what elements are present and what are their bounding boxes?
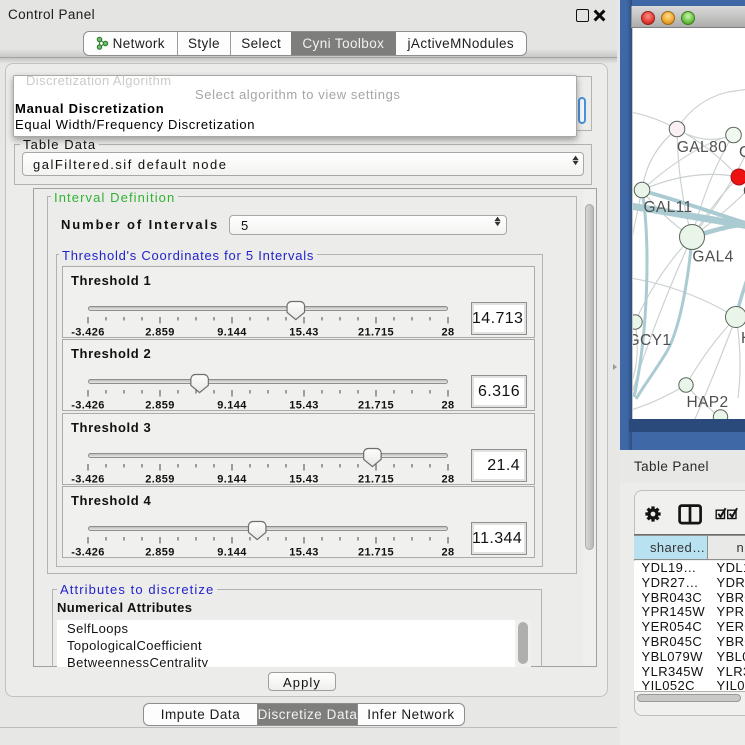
- svg-text:GAL80: GAL80: [676, 139, 726, 156]
- svg-text:9.144: 9.144: [217, 547, 247, 559]
- svg-text:28: 28: [441, 547, 454, 559]
- svg-text:GCY1: GCY1: [633, 332, 671, 349]
- svg-text:15.43: 15.43: [289, 400, 319, 412]
- svg-text:21.715: 21.715: [358, 547, 394, 559]
- svg-text:21.715: 21.715: [358, 473, 394, 485]
- svg-text:2.859: 2.859: [145, 547, 175, 559]
- svg-text:2.859: 2.859: [145, 400, 175, 412]
- svg-text:28: 28: [441, 400, 454, 412]
- svg-text:9.144: 9.144: [217, 327, 247, 339]
- svg-text:GAL4: GAL4: [692, 249, 733, 266]
- svg-text:-3.426: -3.426: [71, 473, 105, 485]
- svg-text:2.859: 2.859: [145, 327, 175, 339]
- svg-text:-3.426: -3.426: [71, 327, 105, 339]
- svg-text:21.715: 21.715: [358, 327, 394, 339]
- svg-text:GAL11: GAL11: [643, 199, 692, 216]
- svg-text:HI: HI: [741, 330, 745, 347]
- svg-text:GA: GA: [739, 144, 745, 161]
- svg-text:2.859: 2.859: [145, 473, 175, 485]
- svg-text:15.43: 15.43: [289, 327, 319, 339]
- svg-text:28: 28: [441, 327, 454, 339]
- svg-text:-3.426: -3.426: [71, 547, 105, 559]
- svg-text:15.43: 15.43: [289, 473, 319, 485]
- svg-text:HAP2: HAP2: [686, 394, 728, 411]
- svg-text:21.715: 21.715: [358, 400, 394, 412]
- svg-text:28: 28: [441, 473, 454, 485]
- svg-text:9.144: 9.144: [217, 400, 247, 412]
- svg-text:9.144: 9.144: [217, 473, 247, 485]
- svg-text:15.43: 15.43: [289, 547, 319, 559]
- svg-text:-3.426: -3.426: [71, 400, 105, 412]
